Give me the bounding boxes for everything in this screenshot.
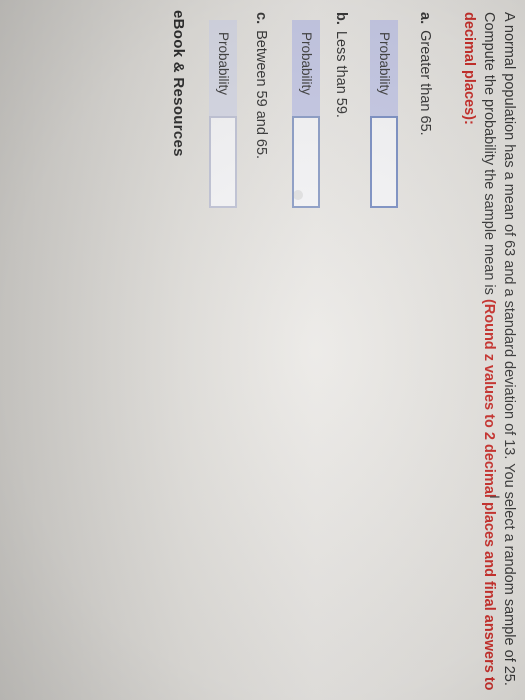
part-c-probability-label: Probability [209, 20, 237, 116]
part-b-text: Less than 59. [333, 30, 349, 118]
part-a-answer-row: Probability [370, 20, 398, 208]
screen-smudge [293, 190, 303, 200]
instruction-prefix: Compute the probability the sample mean … [481, 12, 497, 299]
instruction-line: Compute the probability the sample mean … [481, 12, 497, 691]
part-c-letter: c. [253, 12, 269, 25]
part-b-letter: b. [333, 12, 349, 25]
part-c-probability-input[interactable] [209, 116, 237, 208]
photo-of-screen: A normal population has a mean of 63 and… [0, 0, 525, 700]
text-cursor-icon: I [487, 495, 503, 499]
part-c-label: c. Between 59 and 65. [253, 12, 269, 159]
part-a-text: Greater than 65. [417, 30, 433, 136]
question-text: A normal population has a mean of 63 and… [501, 12, 517, 686]
part-b-answer-row: Probability [292, 20, 320, 208]
part-a-probability-label: Probability [370, 20, 398, 116]
part-c-text: Between 59 and 65. [253, 30, 269, 160]
part-b-label: b. Less than 59. [333, 12, 349, 118]
part-a-probability-input[interactable] [370, 116, 398, 208]
part-c-answer-row: Probability [209, 20, 237, 208]
part-a-letter: a. [417, 12, 433, 25]
rounding-instruction-cont: decimal places): [461, 12, 477, 125]
part-a-label: a. Greater than 65. [417, 12, 433, 136]
question-panel: A normal population has a mean of 63 and… [0, 0, 525, 700]
part-b-probability-label: Probability [292, 20, 320, 116]
ebook-resources-link[interactable]: eBook & Resources [170, 10, 187, 157]
